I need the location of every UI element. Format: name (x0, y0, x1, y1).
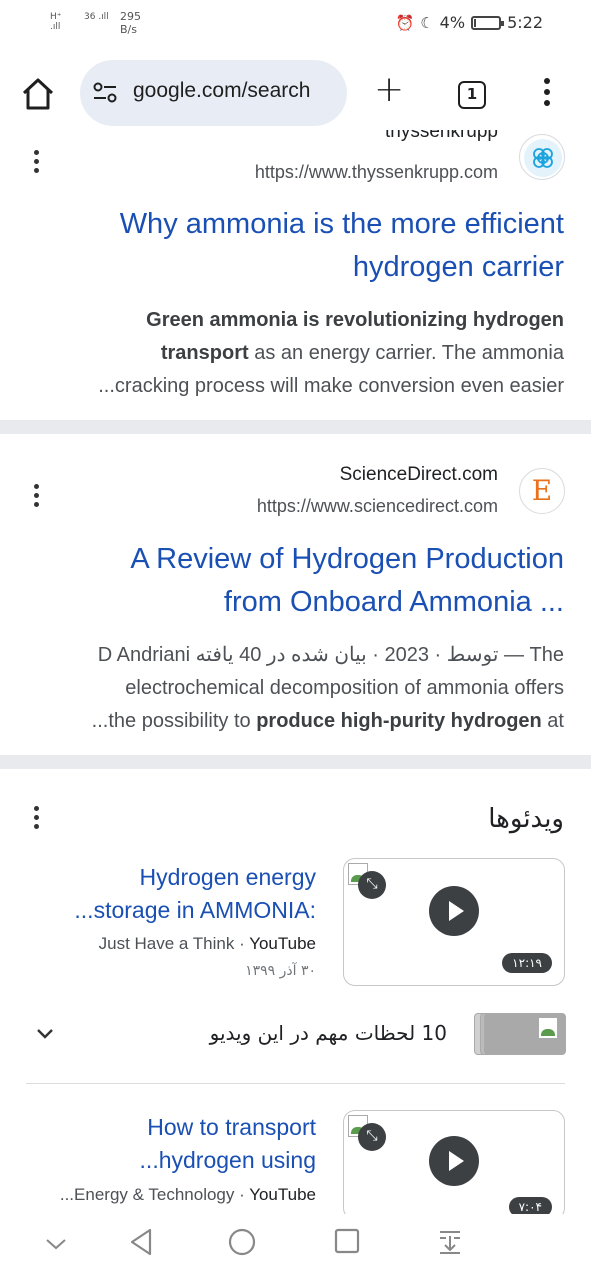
chevron-down-icon[interactable] (44, 1236, 68, 1252)
video-title-link[interactable]: How to transport ...hydrogen using (140, 1111, 316, 1177)
elsevier-favicon-icon: E (519, 468, 565, 514)
result-snippet: Green ammonia is revolutionizing hydroge… (98, 309, 564, 397)
url-text[interactable]: google.com/search (133, 79, 341, 103)
system-nav-bar (0, 1214, 591, 1280)
section-divider (0, 420, 591, 434)
back-icon[interactable] (128, 1228, 154, 1256)
status-bar: H⁺ .ıll 36 .ıll 295 B/s ⏰ ☾ 4% 5:22 (0, 0, 591, 46)
moon-icon: ☾ (420, 13, 434, 32)
result-menu-button[interactable] (28, 484, 44, 511)
home-nav-icon[interactable] (228, 1228, 256, 1256)
expand-icon: ⤡ (358, 871, 386, 899)
divider (26, 1083, 565, 1084)
chevron-down-icon[interactable] (36, 1025, 54, 1043)
result-title-link[interactable]: Why ammonia is the more efficient hydrog… (120, 203, 564, 289)
result-menu-button[interactable] (28, 150, 44, 177)
browser-toolbar: google.com/search + 1 (0, 52, 591, 138)
network-speed: 295 B/s (120, 10, 141, 36)
key-moments-label: 10 لحظات مهم در این ویدیو (209, 1021, 447, 1045)
clock: 5:22 (507, 13, 543, 32)
videos-menu-button[interactable] (28, 806, 44, 833)
play-icon[interactable] (429, 886, 479, 936)
battery-icon (471, 15, 505, 30)
result-url[interactable]: https://www.thyssenkrupp.com (255, 162, 498, 183)
recents-icon[interactable] (334, 1228, 360, 1254)
videos-heading: ویدئوها (488, 804, 564, 834)
result-snippet: D Andriani توسط · 2023 · بیان شده در 40 … (91, 644, 564, 732)
tab-switcher-button[interactable]: 1 (458, 81, 486, 109)
video-thumbnail[interactable]: ⤡ ۷:۰۴ (343, 1110, 565, 1220)
video-source: ...Energy & Technology · YouTube (59, 1185, 316, 1204)
result-url[interactable]: https://www.sciencedirect.com (257, 496, 498, 517)
key-moments-row[interactable]: 10 لحظات مهم در این ویدیو (0, 1013, 591, 1059)
navigation-panel-icon[interactable] (436, 1228, 464, 1256)
browser-menu-button[interactable] (537, 78, 557, 112)
alarm-icon: ⏰ (395, 13, 415, 32)
video-date: ۳۰ آذر ۱۳۹۹ (245, 963, 316, 979)
address-bar[interactable]: google.com/search (80, 60, 347, 126)
key-moments-thumbnails (466, 1013, 566, 1057)
home-icon[interactable] (20, 76, 56, 112)
video-thumbnail[interactable]: ⤡ ۱۲:۱۹ (343, 858, 565, 986)
result-site-name: ScienceDirect.com (339, 464, 498, 485)
site-settings-icon[interactable] (92, 80, 118, 106)
video-source: Just Have a Think · YouTube (98, 934, 316, 953)
video-duration: ۱۲:۱۹ (502, 953, 552, 973)
battery-percent: 4% (439, 13, 466, 32)
thyssenkrupp-favicon-icon (519, 134, 565, 180)
section-divider (0, 755, 591, 769)
signal-icon: H⁺ .ıll (50, 12, 62, 32)
result-site-name: thyssenkrupp (384, 130, 498, 142)
expand-icon: ⤡ (358, 1123, 386, 1151)
play-icon[interactable] (429, 1136, 479, 1186)
video-title-link[interactable]: Hydrogen energy ...storage in AMMONIA: (74, 861, 316, 927)
new-tab-button[interactable]: + (374, 72, 404, 108)
signal-icon-2: 36 .ıll (84, 12, 109, 22)
result-title-link[interactable]: A Review of Hydrogen Production from Onb… (130, 538, 564, 624)
broken-image-icon (538, 1017, 558, 1039)
